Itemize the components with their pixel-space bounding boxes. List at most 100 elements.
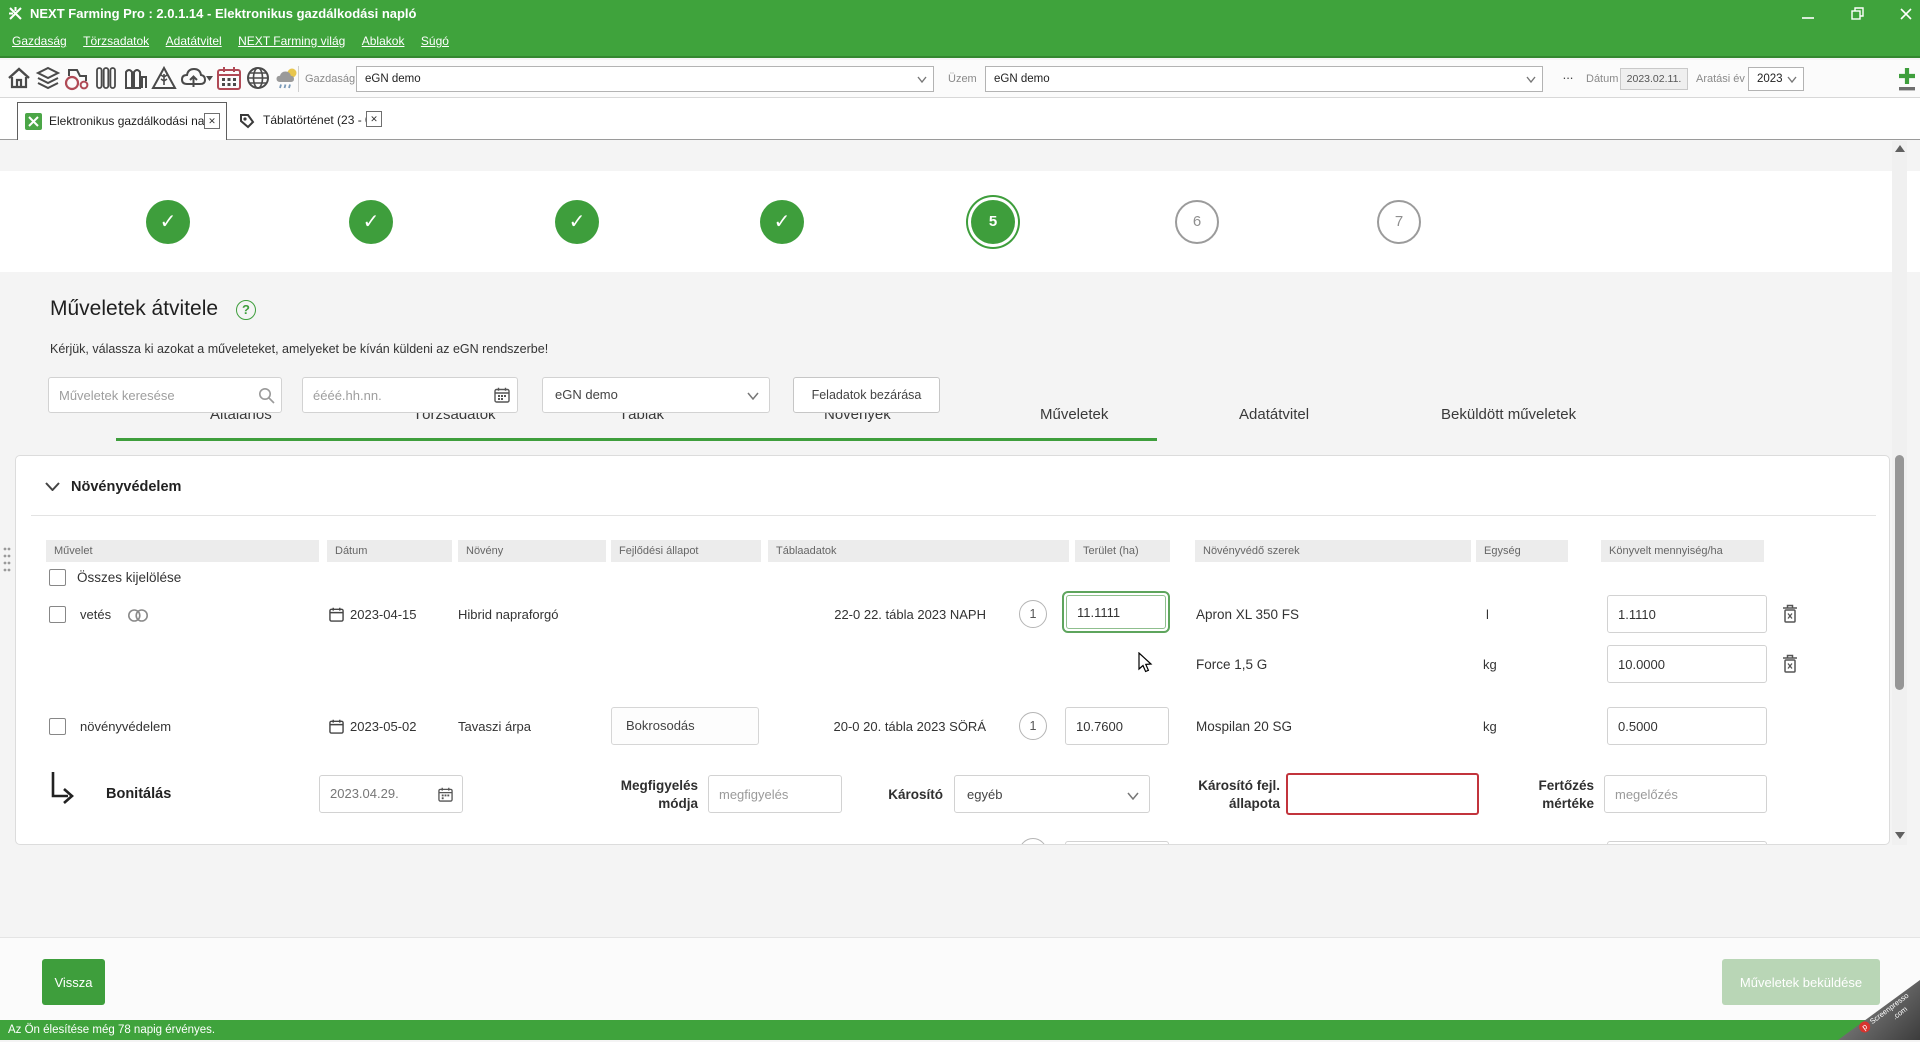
growth-stage-field[interactable]: Bokrosodás [611, 707, 759, 745]
chevron-down-icon [1526, 76, 1536, 83]
field-icon[interactable] [151, 65, 177, 91]
product-unit: kg [1483, 719, 1497, 734]
menu-sugo[interactable]: Súgó [421, 34, 449, 48]
row-checkbox[interactable] [49, 606, 66, 623]
window-title: NEXT Farming Pro : 2.0.1.14 - Elektronik… [30, 6, 417, 21]
date-filter-input[interactable] [302, 377, 518, 413]
qty-input[interactable] [1607, 707, 1767, 745]
step-6-label[interactable]: Adatátvitel [1239, 406, 1309, 423]
layers-icon[interactable] [35, 65, 61, 91]
qty-input[interactable] [1607, 645, 1767, 683]
delete-icon[interactable] [1782, 654, 1798, 673]
tab-strip: Elektronikus gazdálkodási napló ✕ Táblat… [0, 98, 1920, 140]
delete-icon[interactable] [1782, 604, 1798, 623]
step-7-circle[interactable]: 7 [1377, 200, 1421, 244]
calendar-icon[interactable] [216, 65, 242, 91]
step-7-label[interactable]: Beküldött műveletek [1441, 406, 1576, 423]
samples-icon[interactable] [93, 65, 119, 91]
scrollbar-down-arrow[interactable] [1895, 832, 1905, 839]
step-4-circle[interactable]: ✓ [760, 200, 804, 244]
link-icon[interactable] [128, 609, 148, 622]
step-3-circle[interactable]: ✓ [555, 200, 599, 244]
gazdasag-value: eGN demo [365, 73, 421, 85]
qty-input[interactable] [1607, 595, 1767, 633]
datum-field[interactable]: 2023.02.11. [1620, 68, 1688, 90]
scrollbar-thumb[interactable] [1895, 455, 1904, 690]
globe-icon[interactable] [245, 65, 271, 91]
tab-close-icon[interactable]: ✕ [204, 113, 220, 129]
col-egyseg: Egység [1476, 540, 1568, 562]
calendar-icon[interactable] [494, 387, 510, 403]
minimize-button[interactable] [1800, 6, 1816, 22]
more-button[interactable]: ... [1558, 68, 1578, 90]
menu-torzsadatok[interactable]: Törzsadatok [83, 34, 149, 48]
pest-select[interactable]: egyéb [954, 775, 1150, 813]
select-all-label: Összes kijelölése [77, 570, 181, 585]
calendar-icon[interactable] [438, 787, 453, 802]
menu-adatatvitel[interactable]: Adatátvitel [166, 34, 222, 48]
product-name: Apron XL 350 FS [1196, 607, 1299, 622]
operation-label: növényvédelem [80, 719, 171, 734]
cloud-sync-caret-icon[interactable] [206, 76, 213, 81]
step-5-label[interactable]: Műveletek [1040, 406, 1108, 423]
tab-close-icon[interactable]: ✕ [366, 111, 382, 127]
drag-handle[interactable] [2, 546, 12, 572]
gazdasag-combobox[interactable]: eGN demo [356, 66, 934, 92]
collapse-chevron-icon[interactable] [45, 482, 60, 491]
section-title[interactable]: Növényvédelem [71, 479, 181, 495]
tab-elektronikus-gazdalkodasi-naplo[interactable]: Elektronikus gazdálkodási napló ✕ [17, 102, 227, 140]
aratasi-ev-select[interactable]: 2023 [1748, 67, 1804, 91]
qty-input[interactable] [1607, 841, 1767, 845]
weather-icon[interactable] [274, 65, 300, 91]
tractor-icon[interactable] [64, 65, 90, 91]
operation-label: vetés [80, 607, 111, 622]
bonitalas-date-field[interactable]: 2023.04.29. [319, 775, 463, 813]
chevron-down-icon [1787, 76, 1797, 83]
step-5-circle[interactable]: 5 [971, 200, 1015, 244]
area-input[interactable] [1066, 595, 1166, 629]
gazdasag-label: Gazdaság [305, 73, 355, 85]
uzem-combobox[interactable]: eGN demo [985, 66, 1543, 92]
aratasi-ev-value: 2023 [1757, 73, 1783, 85]
mouse-cursor [1138, 652, 1154, 674]
restore-button[interactable] [1850, 6, 1866, 22]
area-input[interactable] [1065, 707, 1169, 745]
uzem-label: Üzem [948, 73, 977, 85]
menu-gazdasag[interactable]: Gazdaság [12, 34, 67, 48]
silo-icon[interactable] [122, 65, 148, 91]
tab-tablatortenet[interactable]: Táblatörténet (23 - 0) [263, 113, 376, 127]
cloud-sync-icon[interactable] [180, 65, 206, 91]
footer-bar: Vissza Műveletek beküldése [0, 937, 1920, 1020]
pest-stage-field[interactable] [1286, 773, 1479, 815]
scrollbar-up-arrow[interactable] [1895, 145, 1905, 152]
menu-ablakok[interactable]: Ablakok [362, 34, 405, 48]
row-checkbox[interactable] [49, 718, 66, 735]
search-input[interactable] [48, 377, 282, 413]
select-all-checkbox[interactable] [49, 569, 66, 586]
uzem-value: eGN demo [994, 73, 1050, 85]
area-input-focus-ring [1062, 591, 1170, 633]
row-field: 20-0 20. tábla 2023 SÖRÁ [768, 719, 986, 734]
add-icon[interactable] [1896, 66, 1918, 92]
page-title: Műveletek átvitele [50, 297, 218, 321]
farm-filter-value: eGN demo [555, 387, 618, 402]
help-icon[interactable]: ? [236, 300, 256, 320]
step-1-circle[interactable]: ✓ [146, 200, 190, 244]
step-6-circle[interactable]: 6 [1175, 200, 1219, 244]
infection-field[interactable] [1604, 775, 1767, 813]
col-tablaadatok: Táblaadatok [768, 540, 1069, 562]
observation-mode-field[interactable] [708, 775, 842, 813]
stepper-progress-line [116, 438, 1157, 441]
step-2-circle[interactable]: ✓ [349, 200, 393, 244]
close-tasks-button[interactable]: Feladatok bezárása [793, 377, 940, 413]
app-logo-icon [8, 6, 23, 21]
back-button[interactable]: Vissza [42, 959, 105, 1005]
home-icon[interactable] [6, 65, 32, 91]
novenyvedelem-panel: Növényvédelem Művelet Dátum Növény Fejlő… [15, 455, 1890, 845]
calendar-icon [329, 607, 344, 622]
farm-filter-select[interactable]: eGN demo [542, 377, 770, 413]
close-button[interactable] [1898, 6, 1914, 22]
menu-next-farming-vilag[interactable]: NEXT Farming világ [238, 34, 345, 48]
sub-item-arrow-icon [50, 772, 76, 806]
area-input[interactable] [1065, 841, 1169, 845]
